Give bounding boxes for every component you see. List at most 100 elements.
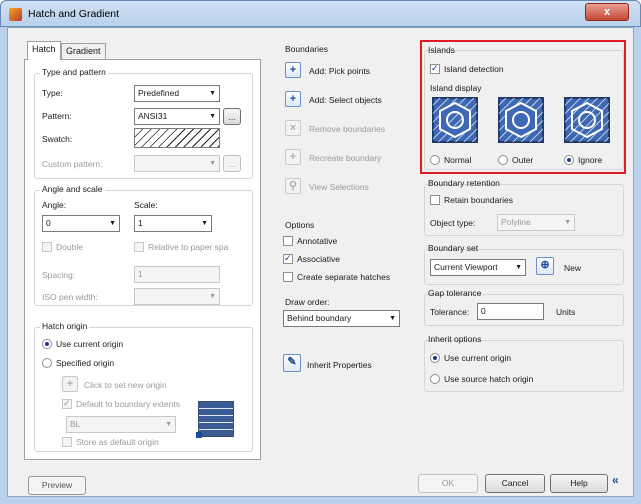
default-extents-checkbox[interactable] (62, 398, 72, 409)
use-current-origin-label: Use current origin (56, 339, 124, 349)
chevron-down-icon: ▼ (515, 264, 522, 271)
title-bar[interactable]: Hatch and Gradient x (0, 0, 641, 27)
inherit-options-header: Inherit options (428, 334, 482, 344)
remove-boundaries-label[interactable]: Remove boundaries (309, 124, 385, 134)
recreate-boundary-icon[interactable]: + (285, 149, 301, 165)
tolerance-label: Tolerance: (430, 307, 470, 317)
specified-origin-radio[interactable] (42, 358, 52, 368)
specified-origin-label: Specified origin (56, 358, 115, 368)
retain-boundaries-checkbox[interactable] (430, 195, 440, 205)
pick-points-icon[interactable]: + (285, 62, 301, 78)
add-select-objects-label[interactable]: Add: Select objects (309, 95, 382, 105)
separate-hatches-checkbox[interactable] (283, 272, 293, 282)
extents-position-select[interactable]: BL ▼ (66, 416, 176, 433)
custom-pattern-select[interactable]: ▼ (134, 155, 220, 172)
cancel-button[interactable]: Cancel (485, 474, 545, 493)
angle-label: Angle: (42, 200, 67, 210)
chevron-down-icon: ▼ (209, 293, 216, 300)
type-pattern-header: Type and pattern (40, 67, 108, 77)
pattern-value: ANSI31 (138, 111, 168, 121)
double-label: Double (56, 242, 83, 252)
retain-boundaries-label: Retain boundaries (444, 195, 513, 205)
pattern-browse-button[interactable]: ... (223, 108, 241, 125)
help-button[interactable]: Help (550, 474, 608, 493)
pattern-select[interactable]: ANSI31 ▼ (134, 108, 220, 125)
object-type-value: Polyline (501, 217, 531, 227)
chevron-down-icon: ▼ (389, 315, 396, 322)
new-boundary-set-label[interactable]: New (564, 263, 581, 273)
tolerance-units-label: Units (556, 307, 576, 317)
set-origin-icon[interactable]: + (62, 376, 78, 392)
retention-header: Boundary retention (428, 178, 500, 188)
double-checkbox[interactable] (42, 242, 52, 252)
pattern-label: Pattern: (42, 111, 72, 121)
draw-order-value: Behind boundary (287, 313, 352, 323)
annotative-label: Annotative (297, 236, 338, 246)
inherit-source-origin-label: Use source hatch origin (444, 374, 534, 384)
boundary-set-select[interactable]: Current Viewport ▼ (430, 259, 526, 276)
angle-scale-header: Angle and scale (40, 184, 105, 194)
inherit-current-origin-radio[interactable] (430, 353, 440, 363)
close-button[interactable]: x (585, 3, 629, 21)
spacing-label: Spacing: (42, 270, 76, 280)
app-icon (9, 8, 22, 21)
view-selections-label[interactable]: View Selections (309, 182, 369, 192)
boundary-set-value: Current Viewport (434, 262, 498, 272)
draw-order-select[interactable]: Behind boundary ▼ (283, 310, 400, 327)
inherit-options-group (424, 340, 624, 392)
tab-hatch[interactable]: Hatch (27, 41, 61, 60)
select-objects-icon[interactable]: + (285, 91, 301, 107)
relative-paper-checkbox[interactable] (134, 242, 144, 252)
boundary-set-header: Boundary set (428, 243, 479, 253)
type-select[interactable]: Predefined ▼ (134, 85, 220, 102)
iso-pen-select[interactable]: ▼ (134, 288, 220, 305)
islands-highlight-box (420, 40, 626, 174)
hatch-gradient-dialog: Hatch and Gradient x Hatch Gradient Type… (0, 0, 641, 504)
associative-checkbox[interactable] (283, 253, 293, 264)
remove-boundaries-icon[interactable]: × (285, 120, 301, 136)
new-boundary-set-icon[interactable]: ⊕ (536, 257, 554, 275)
tolerance-input[interactable]: 0 (477, 303, 544, 320)
store-default-checkbox[interactable] (62, 437, 72, 447)
recreate-boundary-label[interactable]: Recreate boundary (309, 153, 381, 163)
relative-paper-label: Relative to paper spa (148, 242, 229, 252)
chevron-down-icon: ▼ (209, 160, 216, 167)
chevron-down-icon: ▼ (201, 220, 208, 227)
object-type-select[interactable]: Polyline ▼ (497, 214, 575, 231)
hatch-origin-header: Hatch origin (40, 321, 90, 331)
angle-value: 0 (46, 218, 51, 228)
inherit-current-origin-label: Use current origin (444, 353, 512, 363)
annotative-checkbox[interactable] (283, 236, 293, 246)
scale-select[interactable]: 1 ▼ (134, 215, 212, 232)
add-pick-points-label[interactable]: Add: Pick points (309, 66, 370, 76)
separate-hatches-label: Create separate hatches (297, 272, 391, 282)
inherit-source-origin-radio[interactable] (430, 374, 440, 384)
chevron-down-icon: ▼ (165, 421, 172, 428)
swatch-preview[interactable] (134, 128, 220, 148)
ok-button[interactable]: OK (418, 474, 478, 493)
view-selections-icon[interactable]: ⚲ (285, 178, 301, 194)
associative-label: Associative (297, 254, 340, 264)
default-extents-label: Default to boundary extents (76, 399, 180, 409)
chevron-down-icon: ▼ (564, 219, 571, 226)
origin-point-icon (196, 432, 202, 438)
click-set-origin-label: Click to set new origin (84, 380, 167, 390)
inherit-properties-icon[interactable]: ✎ (283, 354, 301, 372)
custom-pattern-browse-button[interactable]: ... (223, 155, 241, 172)
use-current-origin-radio[interactable] (42, 339, 52, 349)
collapse-icon[interactable]: « (612, 473, 619, 487)
swatch-label: Swatch: (42, 134, 73, 144)
window-title: Hatch and Gradient (28, 8, 120, 20)
chevron-down-icon: ▼ (109, 220, 116, 227)
tab-gradient[interactable]: Gradient (61, 43, 106, 60)
iso-pen-label: ISO pen width: (42, 292, 98, 302)
angle-select[interactable]: 0 ▼ (42, 215, 120, 232)
spacing-input[interactable]: 1 (134, 266, 220, 283)
gap-tolerance-header: Gap tolerance (428, 288, 482, 298)
draw-order-label: Draw order: (285, 297, 330, 307)
custom-pattern-label: Custom pattern: (42, 159, 103, 169)
preview-button[interactable]: Preview (28, 476, 86, 495)
inherit-properties-label[interactable]: Inherit Properties (307, 360, 372, 370)
chevron-down-icon: ▼ (209, 113, 216, 120)
scale-value: 1 (138, 218, 143, 228)
